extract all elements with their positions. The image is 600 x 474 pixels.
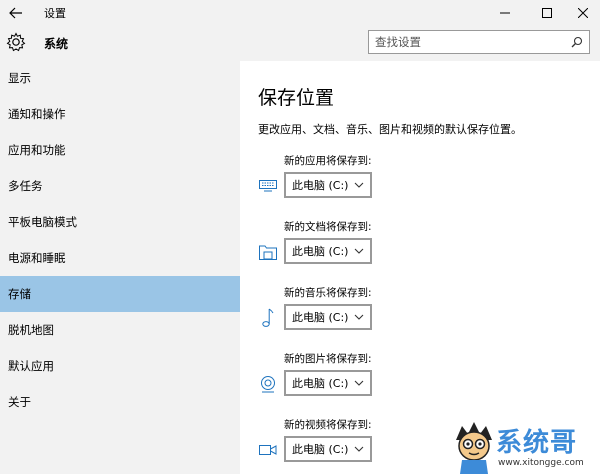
sidebar-header-label: 系统 (44, 37, 69, 51)
dropdown-value: 此电脑 (C:) (292, 311, 349, 324)
sidebar-item-notifications[interactable]: 通知和操作 (0, 96, 240, 132)
camera-icon (258, 375, 278, 393)
sidebar-item-offline-maps[interactable]: 脱机地图 (0, 312, 240, 348)
minimize-icon (500, 12, 510, 13)
sidebar-item-storage[interactable]: 存储 (0, 276, 240, 312)
search-box[interactable] (368, 30, 590, 54)
search-input[interactable] (369, 35, 564, 49)
dropdown-value: 此电脑 (C:) (292, 377, 349, 390)
monitor-icon (258, 177, 278, 195)
save-location-dropdown[interactable]: 此电脑 (C:) (284, 304, 372, 330)
save-location-dropdown[interactable]: 此电脑 (C:) (284, 436, 372, 462)
sidebar-item-label: 电源和睡眠 (8, 251, 66, 265)
save-location-label: 新的图片将保存到: (284, 353, 372, 365)
gear-icon (6, 32, 26, 52)
save-location-label: 新的应用将保存到: (284, 155, 372, 167)
save-location-label: 新的文档将保存到: (284, 221, 372, 233)
watermark-brand: 系统哥 (496, 428, 578, 458)
search-icon[interactable] (571, 36, 583, 48)
page-title: 保存位置 (258, 87, 335, 109)
save-location-pictures: 新的图片将保存到: 此电脑 (C:) (258, 351, 578, 409)
chevron-down-icon (354, 446, 364, 452)
close-button[interactable] (566, 0, 600, 25)
folder-icon (258, 243, 278, 261)
dropdown-value: 此电脑 (C:) (292, 179, 349, 192)
save-location-music: 新的音乐将保存到: 此电脑 (C:) (258, 285, 578, 343)
sidebar-item-label: 多任务 (8, 179, 43, 193)
page-description: 更改应用、文档、音乐、图片和视频的默认保存位置。 (258, 123, 522, 136)
save-location-dropdown[interactable]: 此电脑 (C:) (284, 172, 372, 198)
back-arrow-icon (9, 7, 22, 18)
save-location-apps: 新的应用将保存到: 此电脑 (C:) (258, 153, 578, 211)
sidebar-nav: 显示 通知和操作 应用和功能 多任务 平板电脑模式 电源和睡眠 存储 脱机地图 … (0, 60, 240, 420)
mascot-logo-icon (456, 422, 492, 474)
sidebar-item-about[interactable]: 关于 (0, 384, 240, 420)
save-location-dropdown[interactable]: 此电脑 (C:) (284, 238, 372, 264)
sidebar-item-label: 应用和功能 (8, 143, 66, 157)
dropdown-value: 此电脑 (C:) (292, 245, 349, 258)
search-area (240, 25, 600, 61)
sidebar-item-multitasking[interactable]: 多任务 (0, 168, 240, 204)
sidebar-item-label: 平板电脑模式 (8, 215, 77, 229)
sidebar-item-label: 脱机地图 (8, 323, 54, 337)
chevron-down-icon (354, 314, 364, 320)
save-location-dropdown[interactable]: 此电脑 (C:) (284, 370, 372, 396)
sidebar-item-default-apps[interactable]: 默认应用 (0, 348, 240, 384)
window-title: 设置 (44, 7, 66, 20)
dropdown-value: 此电脑 (C:) (292, 443, 349, 456)
sidebar-item-apps-features[interactable]: 应用和功能 (0, 132, 240, 168)
minimize-button[interactable] (488, 0, 522, 25)
sidebar-header: 系统 (0, 25, 240, 59)
chevron-down-icon (354, 248, 364, 254)
watermark-url: www.xitongge.com (498, 458, 584, 468)
music-note-icon (258, 308, 278, 327)
back-button[interactable] (0, 0, 32, 25)
close-icon (578, 7, 588, 18)
maximize-button[interactable] (530, 0, 564, 25)
sidebar-item-display[interactable]: 显示 (0, 60, 240, 96)
save-location-label: 新的音乐将保存到: (284, 287, 372, 299)
maximize-icon (542, 7, 552, 18)
watermark: 系统哥 www.xitongge.com (452, 420, 600, 474)
main-content: 保存位置 更改应用、文档、音乐、图片和视频的默认保存位置。 新的应用将保存到: … (240, 61, 600, 474)
save-location-documents: 新的文档将保存到: 此电脑 (C:) (258, 219, 578, 277)
video-camera-icon (258, 441, 278, 459)
sidebar-item-label: 关于 (8, 395, 31, 409)
title-bar: 设置 (0, 0, 600, 25)
sidebar-item-label: 存储 (8, 287, 31, 301)
chevron-down-icon (354, 182, 364, 188)
save-location-label: 新的视频将保存到: (284, 419, 372, 431)
sidebar-item-label: 默认应用 (8, 359, 54, 373)
sidebar: 系统 显示 通知和操作 应用和功能 多任务 平板电脑模式 电源和睡眠 存储 脱机… (0, 25, 240, 474)
sidebar-item-tablet-mode[interactable]: 平板电脑模式 (0, 204, 240, 240)
sidebar-item-label: 显示 (8, 71, 31, 85)
sidebar-item-label: 通知和操作 (8, 107, 66, 121)
sidebar-item-power-sleep[interactable]: 电源和睡眠 (0, 240, 240, 276)
chevron-down-icon (354, 380, 364, 386)
